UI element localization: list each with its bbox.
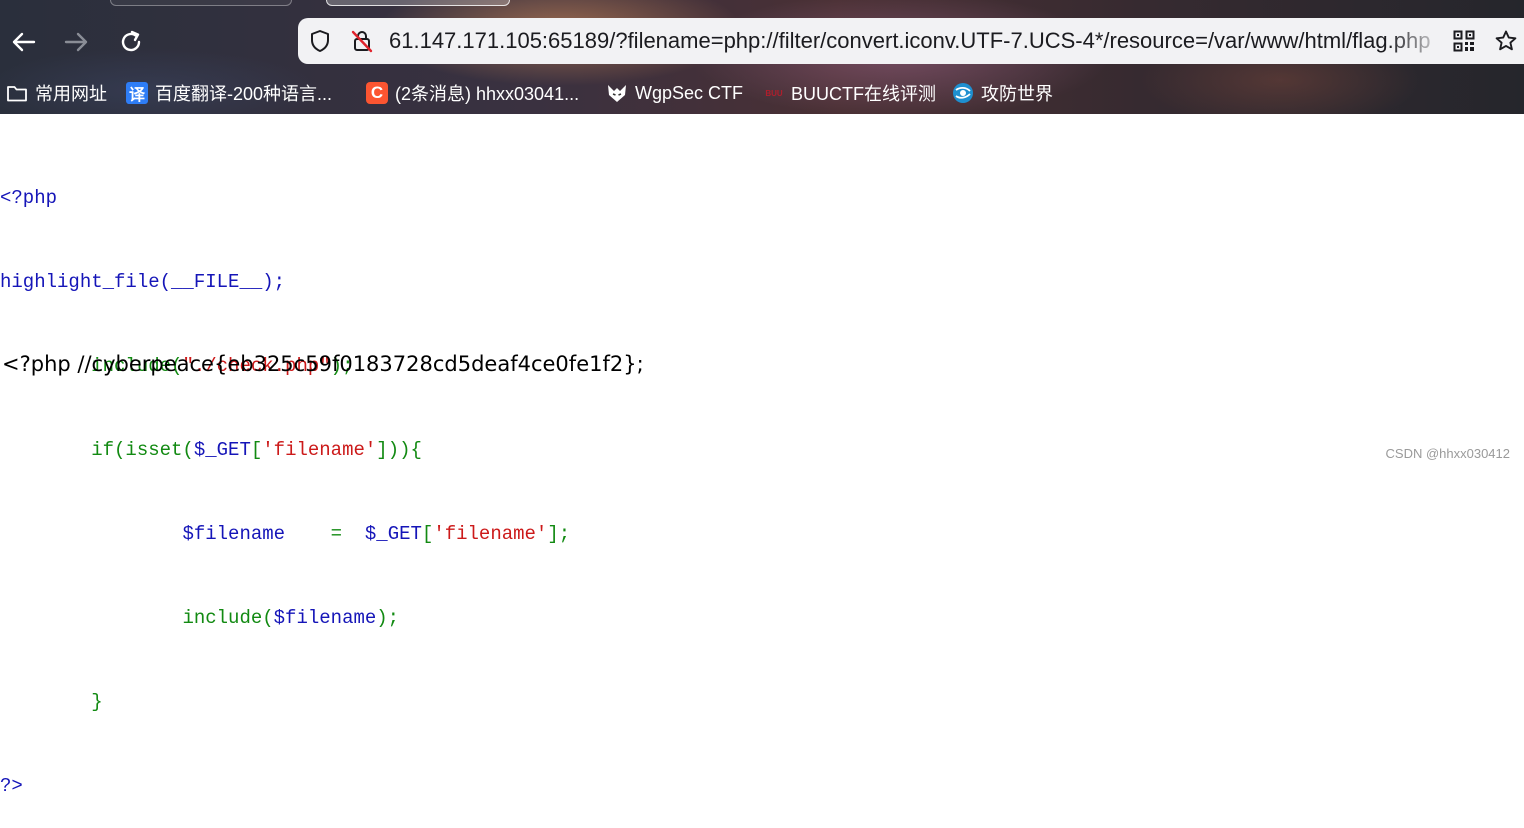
bookmark-label: (2条消息) hhxx03041...: [395, 84, 580, 104]
bracket-open: [: [250, 439, 263, 461]
code-line: ?>: [0, 772, 570, 800]
code-line: include($filename);: [0, 604, 570, 632]
code-line: if(isset($_GET['filename'])){: [0, 436, 570, 464]
bookmark-label: 百度翻译-200种语言...: [155, 84, 333, 104]
qr-code-icon[interactable]: [1452, 29, 1476, 53]
include-keyword: include(: [182, 607, 274, 629]
insecure-lock-icon[interactable]: [350, 29, 374, 53]
code-line: $filename = $_GET['filename'];: [0, 520, 570, 548]
close-brace: }: [91, 691, 103, 713]
if-end: ])){: [376, 439, 422, 461]
bookmark-baidu-translate[interactable]: 译 百度翻译-200种语言...: [126, 80, 332, 106]
bookmark-label: 攻防世界: [981, 84, 1053, 104]
shield-icon[interactable]: [308, 29, 332, 53]
get-superglobal: $_GET: [364, 523, 422, 545]
forward-button[interactable]: [60, 26, 94, 58]
include-end: );: [376, 607, 400, 629]
url-text[interactable]: 61.147.171.105:65189/?filename=php://fil…: [389, 28, 1441, 54]
assign-end: ];: [547, 523, 571, 545]
globe-icon: [952, 82, 974, 104]
bookmark-csdn[interactable]: C (2条消息) hhxx03041...: [366, 80, 579, 106]
csdn-icon: C: [366, 82, 388, 104]
if-start: if(isset(: [91, 439, 194, 461]
address-bar[interactable]: 61.147.171.105:65189/?filename=php://fil…: [298, 18, 1524, 64]
highlight-call: highlight_file(__FILE__);: [0, 271, 286, 293]
filename-key: 'filename': [262, 439, 377, 461]
bookmark-label: 常用网址: [35, 84, 107, 104]
csdn-watermark: CSDN @hhxx030412: [1385, 446, 1510, 461]
code-line: }: [0, 688, 570, 716]
highlighted-source: <?php highlight_file(__FILE__); include(…: [0, 128, 570, 828]
filename-variable: $filename: [182, 523, 286, 545]
tab[interactable]: [110, 0, 292, 6]
back-button[interactable]: [6, 26, 40, 58]
bookmark-label: WgpSec CTF: [635, 82, 744, 103]
translate-icon: 译: [126, 82, 148, 104]
tab-active[interactable]: [326, 0, 510, 6]
browser-chrome: 61.147.171.105:65189/?filename=php://fil…: [0, 0, 1524, 114]
bookmark-buuctf[interactable]: BUU BUUCTF在线评测: [764, 80, 936, 106]
filename-variable: $filename: [273, 607, 377, 629]
wolf-icon: [606, 82, 628, 104]
star-icon[interactable]: [1494, 29, 1518, 53]
bookmark-adworld[interactable]: 攻防世界: [952, 80, 1053, 106]
bookmark-wgpsec[interactable]: WgpSec CTF: [606, 80, 743, 106]
forward-arrow-icon: [64, 32, 88, 52]
php-open-tag: <?php: [0, 187, 58, 209]
url-fade: [1388, 24, 1446, 58]
php-close-tag: ?>: [0, 775, 23, 797]
bracket-open: [: [421, 523, 434, 545]
code-line: highlight_file(__FILE__);: [0, 268, 570, 296]
reload-icon: [121, 30, 141, 52]
bookmark-folder[interactable]: 常用网址: [6, 80, 107, 106]
code-line: <?php: [0, 184, 570, 212]
buuctf-icon: BUU: [765, 88, 783, 98]
back-arrow-icon: [12, 32, 36, 52]
tab-strip: [0, 0, 1524, 13]
assign-operator: =: [285, 523, 365, 545]
flag-output: <?php //cyberpeace{eb325c59f0183728cd5de…: [2, 352, 644, 376]
bookmark-label: BUUCTF在线评测: [791, 84, 936, 104]
get-superglobal: $_GET: [193, 439, 251, 461]
bookmarks-bar: 常用网址 译 百度翻译-200种语言... C (2条消息) hhxx03041…: [0, 74, 1524, 112]
folder-icon: [6, 82, 28, 104]
reload-button[interactable]: [114, 26, 148, 58]
filename-key: 'filename': [433, 523, 548, 545]
